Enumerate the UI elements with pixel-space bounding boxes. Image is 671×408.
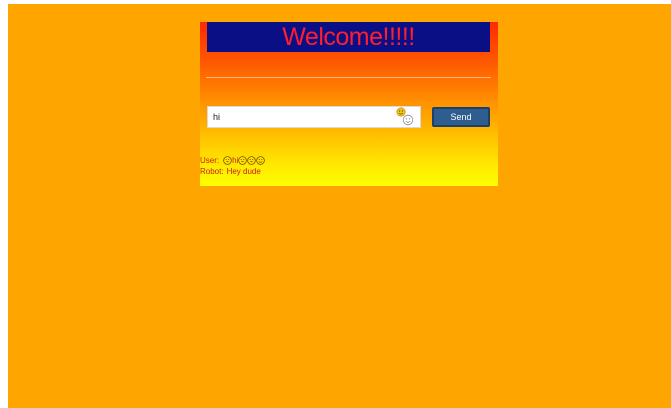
smiling-face-icon [256, 156, 266, 165]
grinning-face-icon [247, 156, 257, 165]
chat-message-user: User: hi [200, 155, 490, 166]
emoji-picker-icon[interactable] [395, 106, 415, 128]
grinning-face-icon [238, 156, 248, 165]
send-button[interactable]: Send [432, 107, 490, 127]
chat-log: User: hi Robot: Hey dude [200, 155, 490, 177]
message-text: Hey dude [226, 167, 261, 176]
chat-message-robot: Robot: Hey dude [200, 166, 490, 177]
divider [206, 77, 491, 78]
message-speaker: Robot: [200, 167, 224, 176]
composer-row: Send [207, 106, 491, 130]
grinning-face-icon [223, 156, 232, 165]
chat-panel: Welcome!!!!! Send User: [200, 22, 498, 186]
page-background: Welcome!!!!! Send User: [8, 4, 671, 408]
message-input[interactable] [207, 106, 421, 128]
banner-title: Welcome!!!!! [282, 23, 415, 51]
message-speaker: User: [200, 156, 220, 165]
welcome-banner: Welcome!!!!! [207, 22, 490, 52]
